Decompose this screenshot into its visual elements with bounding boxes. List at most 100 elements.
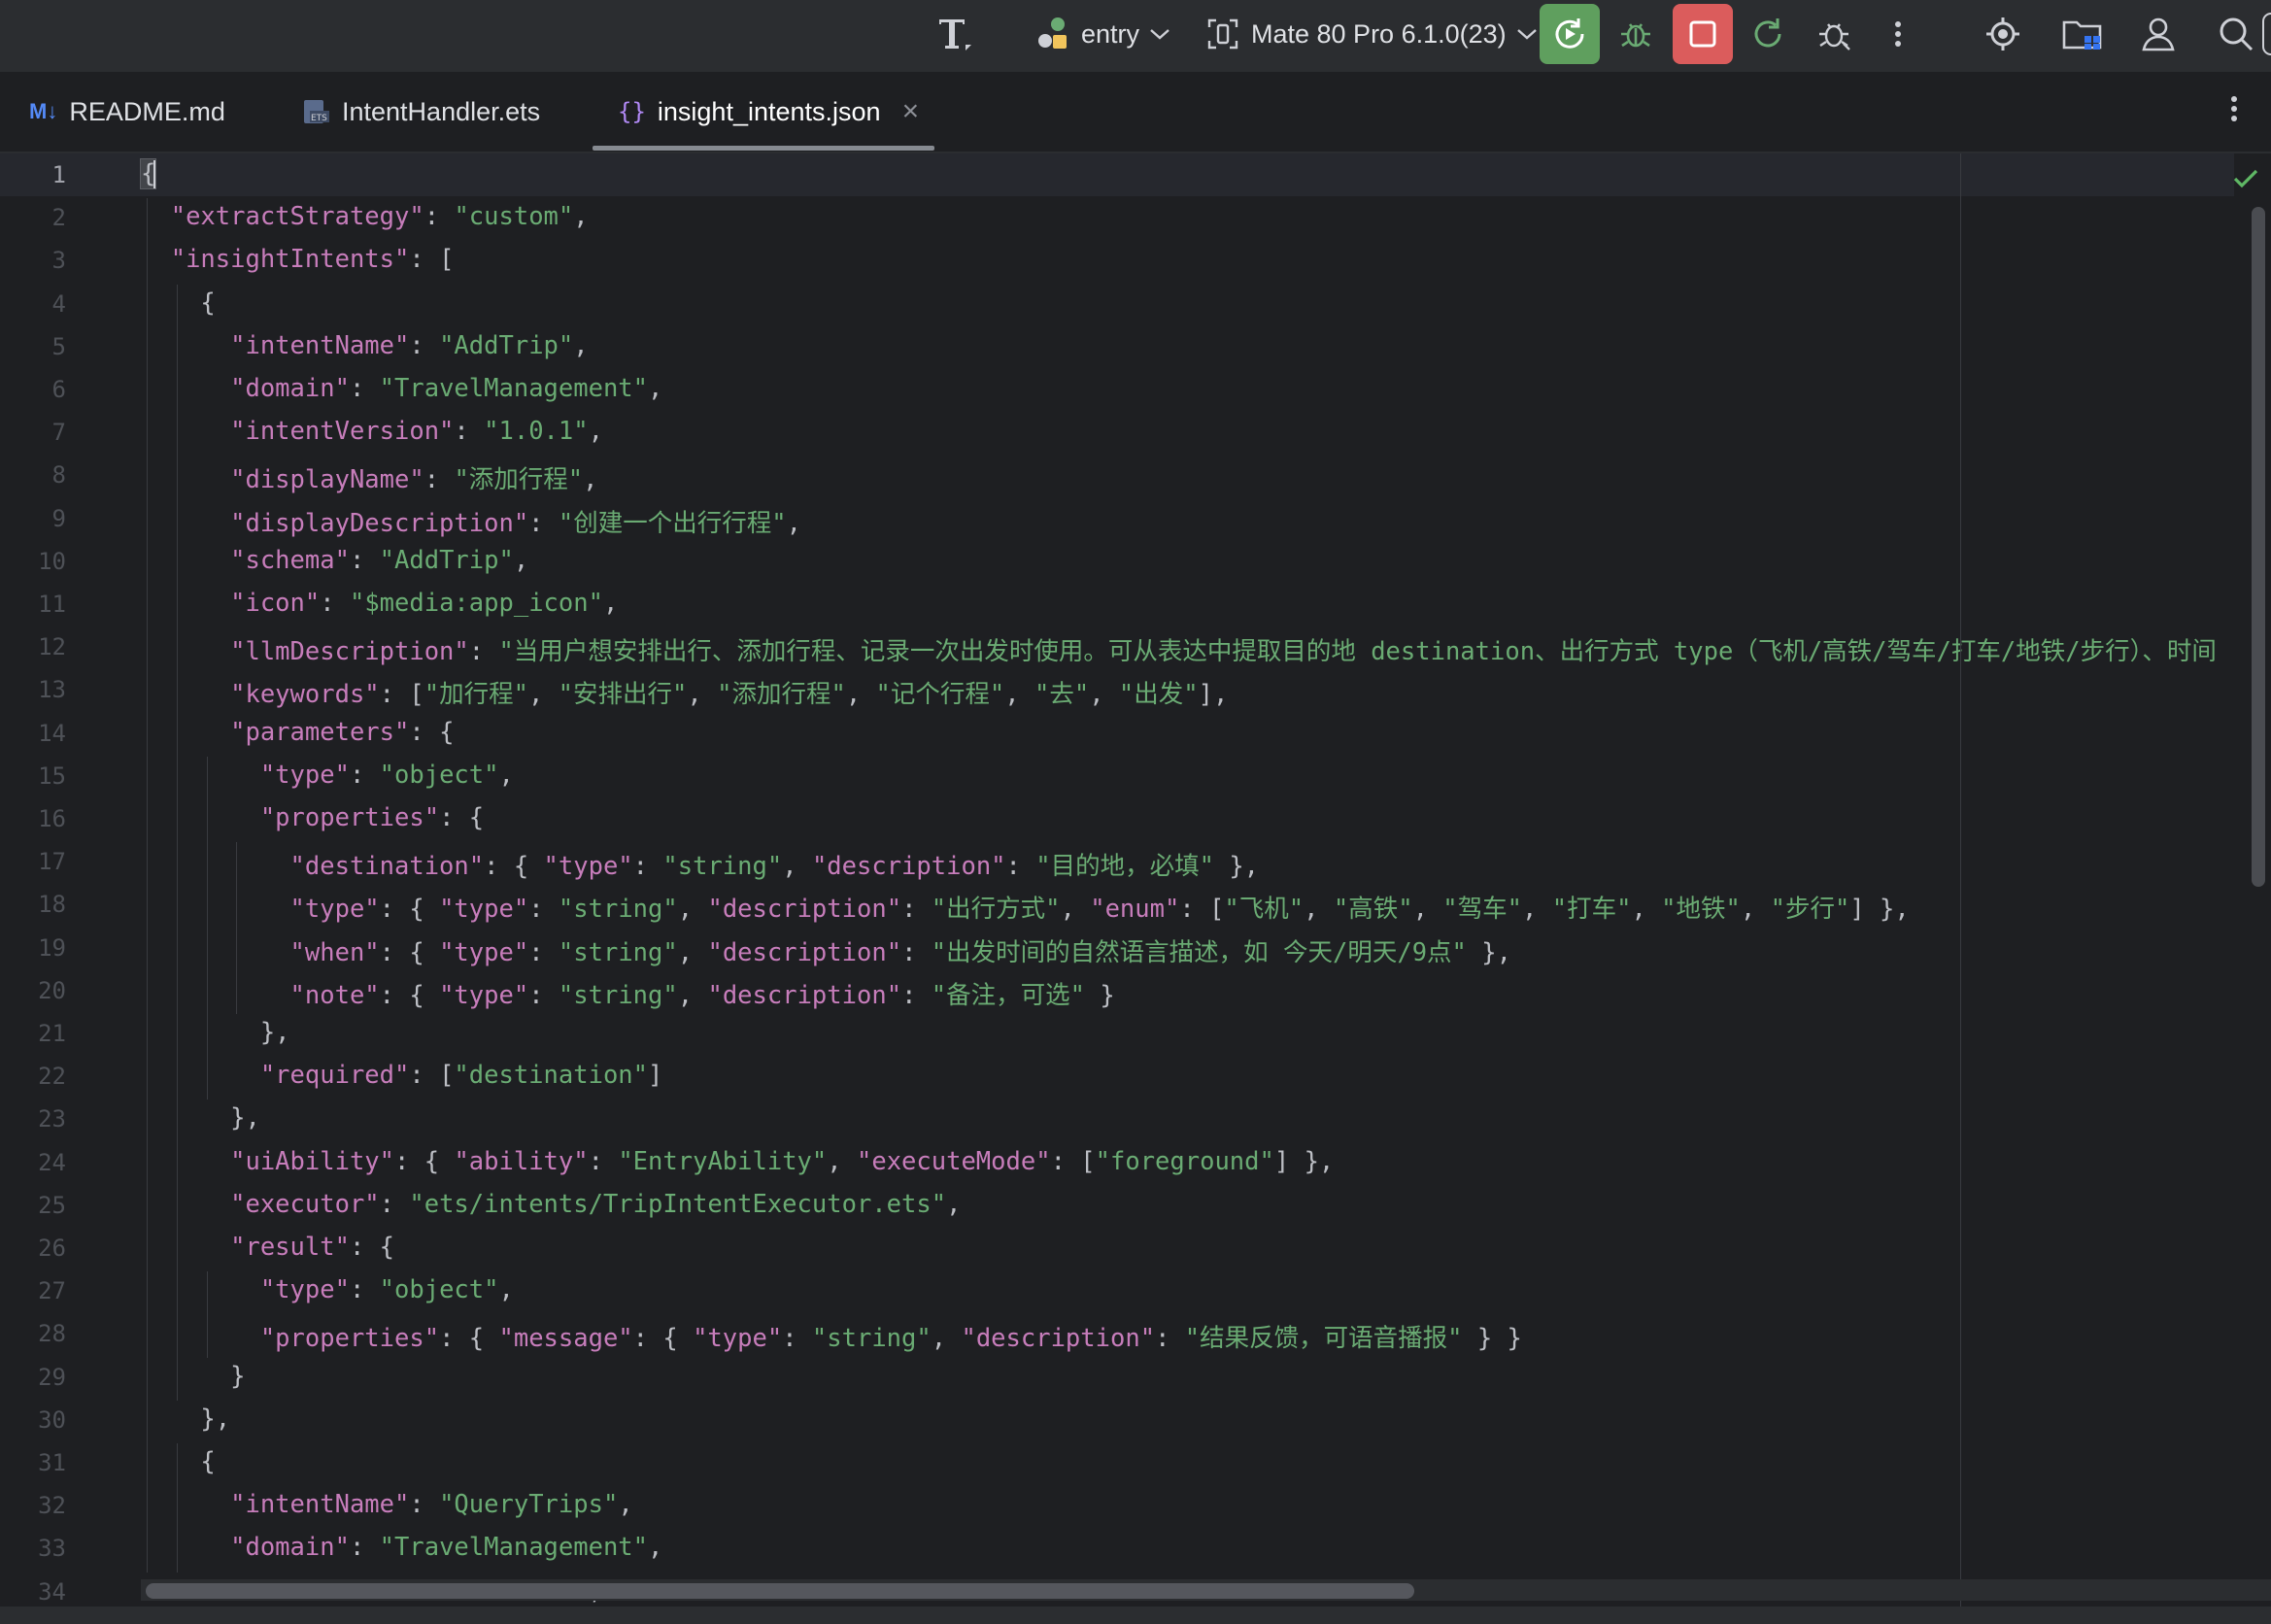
font-icon[interactable]	[932, 0, 977, 68]
json-punctuation: : {	[379, 895, 440, 925]
code-line[interactable]: {	[139, 158, 157, 189]
json-string: "TravelManagement"	[379, 374, 649, 403]
code-line[interactable]: }	[141, 1362, 245, 1391]
json-punctuation: ,	[588, 417, 603, 447]
account-button[interactable]	[2139, 0, 2178, 68]
json-string: "添加行程"	[454, 465, 584, 495]
code-line[interactable]: "executor": "ets/intents/TripIntentExecu…	[141, 1190, 961, 1219]
debug-button[interactable]	[1616, 0, 1655, 68]
json-string: "EntryAbility"	[618, 1146, 828, 1176]
device-selector[interactable]: Mate 80 Pro 6.1.0(23)	[1206, 0, 1538, 68]
vertical-scrollbar[interactable]	[2252, 207, 2265, 887]
code-line[interactable]: },	[141, 1018, 290, 1047]
code-line[interactable]: "icon": "$media:app_icon",	[141, 589, 618, 618]
tab-options-button[interactable]	[2224, 72, 2244, 152]
device-icon	[1206, 17, 1239, 51]
json-punctuation: },	[141, 1018, 290, 1047]
code-line[interactable]: "result": {	[141, 1233, 394, 1262]
json-punctuation: ,	[827, 1146, 857, 1176]
module-icon	[1034, 15, 1073, 53]
code-line[interactable]: "intentName": "AddTrip",	[141, 331, 588, 360]
code-line[interactable]: "extractStrategy": "custom",	[141, 202, 589, 231]
json-key: "type"	[259, 760, 350, 790]
json-punctuation: ,	[786, 508, 801, 538]
code-line[interactable]: "parameters": {	[141, 718, 454, 747]
search-icon	[2217, 15, 2255, 53]
run-icon	[1550, 15, 1589, 53]
json-key: "properties"	[259, 1324, 440, 1354]
json-key: "type"	[439, 895, 529, 925]
no-problems-check-icon[interactable]	[2232, 167, 2259, 195]
profile-button[interactable]	[1814, 0, 1853, 68]
code-line[interactable]: "schema": "AddTrip",	[141, 546, 528, 575]
code-line[interactable]: "note": { "type": "string", "description…	[141, 975, 1115, 1011]
code-line[interactable]: "properties": {	[141, 803, 484, 832]
json-key: "executor"	[230, 1189, 380, 1219]
json-punctuation: ,	[1304, 895, 1334, 925]
json-string: "步行"	[1770, 895, 1850, 925]
json-punctuation	[141, 1533, 230, 1562]
close-icon[interactable]: ×	[902, 95, 920, 128]
run-config-selector[interactable]: entry	[1034, 0, 1170, 68]
code-line[interactable]: "displayDescription": "创建一个出行行程",	[141, 503, 801, 539]
code-line[interactable]: },	[141, 1404, 230, 1434]
json-string: "地铁"	[1661, 895, 1741, 925]
code-line[interactable]: "required": ["destination"]	[141, 1061, 663, 1090]
json-punctuation	[141, 852, 290, 881]
code-line[interactable]: "insightIntents": [	[141, 245, 455, 274]
json-punctuation: :	[632, 852, 663, 882]
code-line[interactable]: "destination": { "type": "string", "desc…	[141, 846, 1260, 882]
project-files-button[interactable]	[2061, 0, 2104, 68]
json-punctuation	[141, 895, 290, 924]
json-key: "intentVersion"	[230, 417, 455, 447]
json-punctuation: } }	[1462, 1324, 1522, 1354]
json-string: "记个行程"	[875, 680, 1005, 710]
run-button[interactable]	[1540, 4, 1600, 64]
code-line[interactable]: "intentName": "QueryTrips",	[141, 1490, 633, 1519]
json-string: "custom"	[454, 202, 574, 232]
json-punctuation: : {	[439, 803, 485, 832]
json-string: "ets/intents/TripIntentExecutor.ets"	[409, 1189, 947, 1219]
json-key: "type"	[439, 937, 529, 967]
search-button[interactable]	[2217, 0, 2255, 68]
code-area[interactable]: { "extractStrategy": "custom", "insightI…	[0, 153, 2234, 1607]
code-line[interactable]: "type": "object",	[141, 1275, 514, 1304]
stop-icon	[1687, 18, 1718, 50]
tab-readme[interactable]: M↓ README.md	[29, 72, 225, 152]
code-line[interactable]: {	[141, 288, 215, 318]
json-string: "string"	[558, 937, 678, 967]
json-key: "description"	[811, 852, 1006, 882]
code-line[interactable]: "properties": { "message": { "type": "st…	[141, 1318, 1522, 1354]
code-editor[interactable]: 1 2 3 4 5 6 7 8 9 10 11 12 13 14 15 16 17 18 19 20 21 22 23 24 2…	[0, 153, 2271, 1607]
code-line[interactable]: "displayName": "添加行程",	[141, 459, 597, 495]
tab-insight-intents[interactable]: {} insight_intents.json ×	[618, 72, 919, 152]
code-line[interactable]: "llmDescription": "当用户想安排出行、添加行程、记录一次出发时…	[141, 631, 2217, 667]
code-line[interactable]: "when": { "type": "string", "description…	[141, 932, 1511, 968]
settings-button[interactable]	[1983, 0, 2022, 68]
json-key: "type"	[439, 980, 529, 1010]
horizontal-scrollbar[interactable]	[146, 1583, 1414, 1599]
more-button[interactable]	[1888, 0, 1908, 68]
code-line[interactable]: "domain": "TravelManagement",	[141, 374, 662, 403]
code-line[interactable]: },	[141, 1103, 260, 1133]
code-line[interactable]: "type": "object",	[141, 761, 514, 790]
code-line[interactable]: "type": { "type": "string", "description…	[141, 889, 1910, 925]
json-punctuation: ,	[527, 680, 559, 710]
json-punctuation: ,	[677, 895, 708, 925]
stop-button[interactable]	[1673, 4, 1733, 64]
code-line[interactable]: "intentVersion": "1.0.1",	[141, 417, 603, 446]
json-punctuation: :	[528, 937, 559, 967]
code-line[interactable]: "keywords": ["加行程", "安排出行", "添加行程", "记个行…	[141, 674, 1228, 710]
rerun-button[interactable]	[1748, 0, 1787, 68]
json-punctuation: :	[901, 937, 932, 967]
code-line[interactable]: "uiAbility": { "ability": "EntryAbility"…	[141, 1147, 1334, 1176]
json-key: "parameters"	[230, 717, 410, 747]
code-line[interactable]: {	[141, 1447, 215, 1476]
markdown-icon: M↓	[29, 99, 58, 123]
json-key: "description"	[707, 980, 902, 1010]
tab-intent-handler[interactable]: ETS IntentHandler.ets	[301, 72, 540, 152]
json-punctuation: : {	[409, 717, 455, 747]
code-line[interactable]: "domain": "TravelManagement",	[141, 1533, 662, 1562]
json-key: "destination"	[289, 852, 485, 882]
json-punctuation: :	[320, 589, 350, 618]
